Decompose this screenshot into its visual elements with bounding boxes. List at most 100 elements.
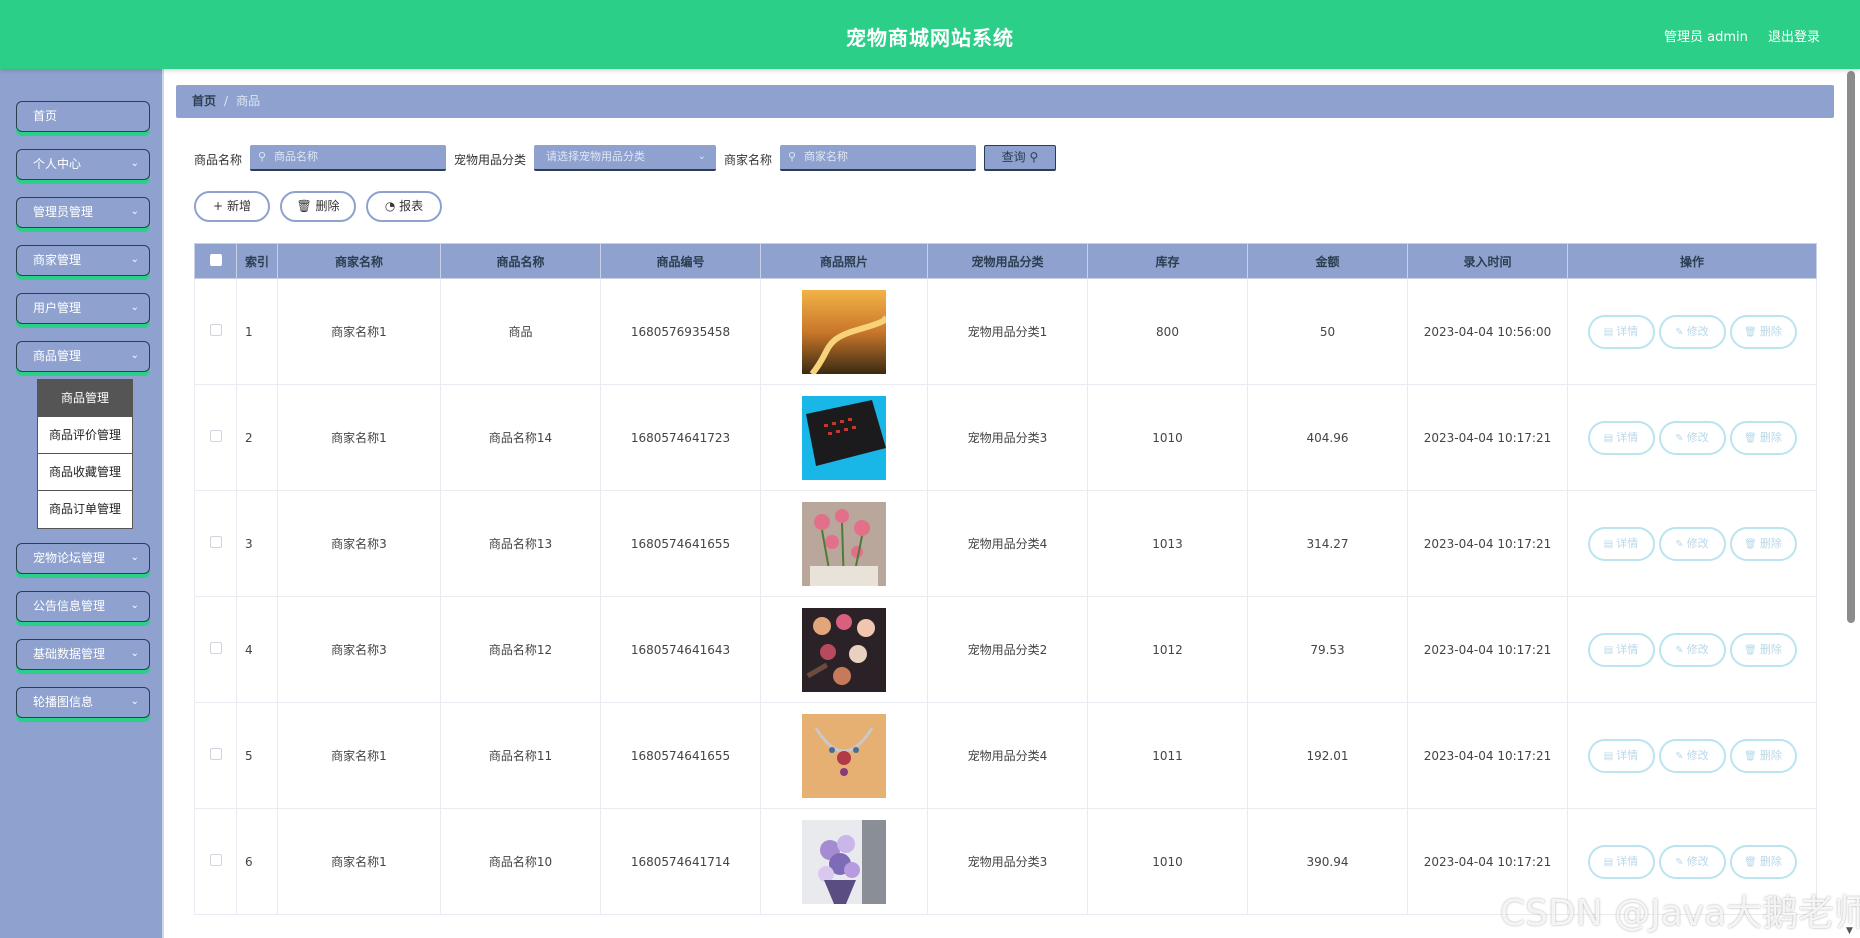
cell-merchant: 商家名称1 — [277, 278, 441, 385]
report-button[interactable]: ◔ 报表 — [366, 191, 442, 222]
document-icon: ▤ — [1603, 326, 1614, 338]
column-header: 商品编号 — [600, 243, 761, 279]
category-select[interactable]: 请选择宠物用品分类 ⌄ — [534, 145, 716, 171]
row-checkbox[interactable] — [194, 490, 237, 597]
row-delete-button[interactable]: 🗑 删除 — [1729, 632, 1797, 667]
cell-stock: 1013 — [1087, 490, 1248, 597]
goods-table: 索引 商家名称 商品名称 商品编号 商品照片 宠物用品分类 库存 金额 录入时间… — [194, 243, 1817, 915]
delete-button[interactable]: 🗑 删除 — [280, 191, 356, 222]
trash-icon: 🗑 — [296, 199, 312, 213]
query-button-label: 查询 — [1001, 150, 1026, 164]
row-delete-button[interactable]: 🗑 删除 — [1729, 314, 1797, 349]
cell-goods-code: 1680576935458 — [600, 278, 761, 385]
sidebar-item-forum[interactable]: 宠物论坛管理 ⌄ — [16, 543, 150, 574]
query-button[interactable]: 查询 ⚲ — [984, 145, 1056, 171]
sidebar-item-label: 个人中心 — [33, 157, 82, 171]
cell-price: 390.94 — [1247, 808, 1408, 915]
row-delete-button[interactable]: 🗑 删除 — [1729, 526, 1797, 561]
table-row: 5 商家名称1 商品名称11 1680574641655 宠物用品分类4 1011 192.… — [194, 702, 1817, 809]
cell-index: 5 — [236, 702, 278, 809]
select-all-checkbox[interactable] — [194, 243, 237, 279]
goods-photo[interactable] — [802, 607, 886, 692]
cell-merchant: 商家名称1 — [277, 384, 441, 491]
detail-button[interactable]: ▤ 详情 — [1587, 526, 1655, 561]
sidebar-item-label: 首页 — [33, 109, 58, 123]
goods-photo[interactable] — [802, 713, 886, 798]
cell-merchant: 商家名称1 — [277, 808, 441, 915]
cell-goods-name: 商品名称11 — [440, 702, 601, 809]
top-header: 宠物商城网站系统 管理员 admin 退出登录 — [0, 0, 1860, 69]
cell-stock: 800 — [1087, 278, 1248, 385]
logout-link[interactable]: 退出登录 — [1768, 26, 1820, 45]
cell-goods-photo — [760, 808, 928, 915]
edit-button[interactable]: ✎ 修改 — [1658, 738, 1726, 773]
column-header: 索引 — [236, 243, 278, 279]
sidebar-item-basedata[interactable]: 基础数据管理 ⌄ — [16, 639, 150, 670]
category-label: 宠物用品分类 — [454, 153, 527, 167]
document-icon: ▤ — [1603, 538, 1614, 550]
trash-icon: 🗑 — [1744, 538, 1757, 550]
edit-button[interactable]: ✎ 修改 — [1658, 844, 1726, 879]
submenu-item-favorites[interactable]: 商品收藏管理 — [38, 454, 132, 491]
chevron-down-icon: ⌄ — [130, 158, 139, 169]
row-delete-button[interactable]: 🗑 删除 — [1729, 738, 1797, 773]
goods-photo[interactable] — [802, 289, 888, 376]
chevron-down-icon: ⌄ — [130, 648, 139, 659]
sidebar-item-goods[interactable]: 商品管理 ⌄ — [16, 341, 150, 372]
detail-button[interactable]: ▤ 详情 — [1587, 738, 1655, 773]
row-checkbox[interactable] — [194, 384, 237, 491]
pencil-icon: ✎ — [1675, 750, 1684, 762]
breadcrumb-home[interactable]: 首页 — [192, 94, 216, 108]
edit-button[interactable]: ✎ 修改 — [1658, 632, 1726, 667]
submenu-item-reviews[interactable]: 商品评价管理 — [38, 417, 132, 454]
merchant-name-placeholder: 商家名称 — [804, 150, 848, 163]
submenu-item-goods[interactable]: 商品管理 — [38, 380, 132, 417]
sidebar-item-merchants[interactable]: 商家管理 ⌄ — [16, 245, 150, 276]
edit-button[interactable]: ✎ 修改 — [1658, 526, 1726, 561]
row-delete-button[interactable]: 🗑 删除 — [1729, 420, 1797, 455]
merchant-name-input[interactable]: ⚲ 商家名称 — [780, 145, 976, 171]
vertical-scrollbar[interactable]: ▼ — [1844, 69, 1858, 938]
plus-icon: + — [213, 199, 224, 213]
sidebar-item-carousel[interactable]: 轮播图信息 ⌄ — [16, 687, 150, 718]
sidebar-item-home[interactable]: 首页 — [16, 101, 150, 132]
row-delete-button[interactable]: 🗑 删除 — [1729, 844, 1797, 879]
chevron-down-icon: ⌄ — [130, 600, 139, 611]
document-icon: ▤ — [1603, 644, 1614, 656]
cell-price: 79.53 — [1247, 596, 1408, 703]
cell-category: 宠物用品分类3 — [927, 384, 1088, 491]
cell-goods-code: 1680574641655 — [600, 702, 761, 809]
sidebar-item-users[interactable]: 用户管理 ⌄ — [16, 293, 150, 324]
add-button[interactable]: + 新增 — [194, 191, 270, 222]
row-checkbox[interactable] — [194, 808, 237, 915]
table-row: 3 商家名称3 商品名称13 1680574641655 宠物用品分类4 1013 314.… — [194, 490, 1817, 597]
scrollbar-thumb[interactable] — [1847, 71, 1855, 623]
detail-button[interactable]: ▤ 详情 — [1587, 632, 1655, 667]
sidebar-item-label: 用户管理 — [33, 301, 82, 315]
cell-actions: ▤ 详情 ✎ 修改 🗑 删除 — [1567, 596, 1817, 703]
submenu-item-orders[interactable]: 商品订单管理 — [38, 491, 132, 528]
cell-time: 2023-04-04 10:17:21 — [1407, 384, 1568, 491]
goods-name-input[interactable]: ⚲ 商品名称 — [250, 145, 446, 171]
goods-photo[interactable] — [802, 819, 886, 904]
sidebar-item-notices[interactable]: 公告信息管理 ⌄ — [16, 591, 150, 622]
sidebar-item-label: 公告信息管理 — [33, 599, 106, 613]
detail-button[interactable]: ▤ 详情 — [1587, 420, 1655, 455]
detail-button-label: 详情 — [1616, 430, 1639, 444]
pencil-icon: ✎ — [1675, 326, 1684, 338]
goods-photo[interactable] — [802, 501, 886, 586]
row-checkbox[interactable] — [194, 702, 237, 809]
edit-button[interactable]: ✎ 修改 — [1658, 420, 1726, 455]
main-content: 首页 / 商品 商品名称 ⚲ 商品名称 宠物用品分类 请选择宠物用品分类 ⌄ 商家名称 … — [162, 69, 1860, 938]
edit-button[interactable]: ✎ 修改 — [1658, 314, 1726, 349]
row-checkbox[interactable] — [194, 278, 237, 385]
detail-button[interactable]: ▤ 详情 — [1587, 844, 1655, 879]
edit-button-label: 修改 — [1686, 854, 1709, 868]
row-checkbox[interactable] — [194, 596, 237, 703]
detail-button[interactable]: ▤ 详情 — [1587, 314, 1655, 349]
cell-index: 1 — [236, 278, 278, 385]
sidebar-item-profile[interactable]: 个人中心 ⌄ — [16, 149, 150, 180]
delete-button-label: 删除 — [1759, 430, 1782, 444]
sidebar-item-admins[interactable]: 管理员管理 ⌄ — [16, 197, 150, 228]
goods-photo[interactable] — [802, 395, 886, 480]
